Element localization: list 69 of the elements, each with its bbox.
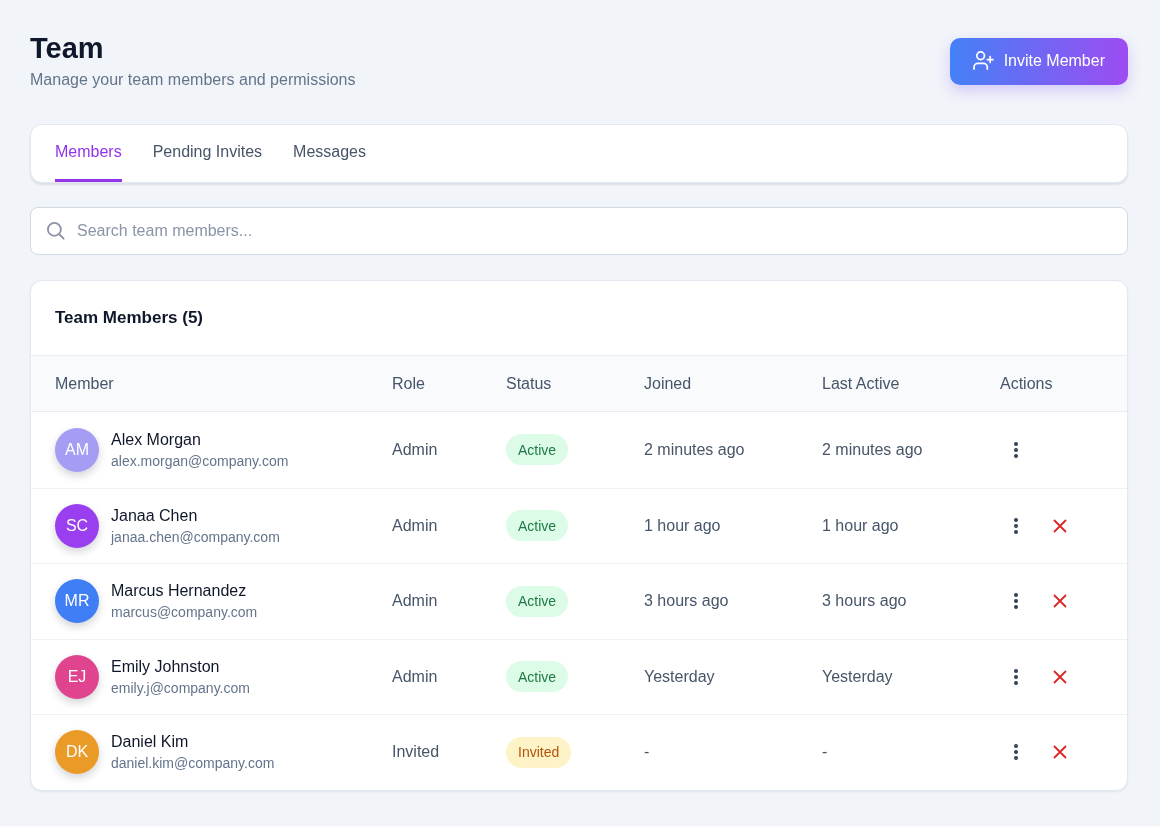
close-icon: [1053, 669, 1067, 684]
more-options-button[interactable]: [1014, 517, 1018, 534]
member-role: Admin: [392, 440, 438, 458]
column-header: Last Active: [822, 374, 900, 392]
tab[interactable]: Messages: [293, 125, 366, 182]
joined-time: 1 hour ago: [644, 516, 721, 534]
status-badge: Invited: [506, 736, 572, 768]
search-field[interactable]: Search team members...: [30, 207, 1128, 255]
search-icon: [47, 222, 65, 240]
joined-time: -: [644, 743, 650, 761]
status-badge: Active: [506, 434, 569, 466]
joined-time: Yesterday: [644, 667, 715, 685]
more-options-button[interactable]: [1014, 441, 1018, 458]
avatar: AM: [55, 427, 99, 472]
more-options-button[interactable]: [1014, 593, 1018, 610]
close-icon: [1053, 745, 1067, 760]
member-role: Admin: [392, 516, 438, 534]
member-role: Admin: [392, 592, 438, 610]
member-email: marcus@company.com: [111, 603, 258, 623]
last-active-time: 3 hours ago: [822, 592, 907, 610]
kebab-menu-icon: [1014, 593, 1018, 610]
column-header: Actions: [1000, 374, 1053, 392]
member-email: emily.j@company.com: [111, 678, 250, 698]
last-active-time: 2 minutes ago: [822, 440, 923, 458]
avatar: DK: [55, 730, 99, 775]
tab[interactable]: Members: [55, 125, 122, 182]
close-icon: [1053, 518, 1067, 533]
more-options-button[interactable]: [1014, 668, 1018, 685]
member-role: Admin: [392, 667, 438, 685]
status-badge: Active: [506, 585, 569, 617]
joined-time: 2 minutes ago: [644, 440, 745, 458]
status-badge: Active: [506, 510, 569, 542]
remove-member-button[interactable]: [1053, 518, 1067, 533]
kebab-menu-icon: [1014, 441, 1018, 458]
column-header: Role: [392, 374, 425, 392]
kebab-menu-icon: [1014, 517, 1018, 534]
page-title: Team: [30, 31, 105, 66]
member-name: Alex Morgan: [111, 429, 202, 450]
table-title: Team Members (5): [55, 308, 203, 327]
close-icon: [1053, 594, 1067, 609]
user-plus-icon: [972, 51, 994, 71]
more-options-button[interactable]: [1014, 744, 1018, 761]
member-name: Janaa Chen: [111, 505, 199, 526]
joined-time: 3 hours ago: [644, 592, 729, 610]
member-name: Emily Johnston: [111, 656, 221, 677]
column-header: Status: [506, 374, 552, 392]
avatar: SC: [55, 503, 99, 548]
avatar: MR: [55, 579, 99, 624]
avatar: EJ: [55, 654, 99, 699]
kebab-menu-icon: [1014, 744, 1018, 761]
member-role: Invited: [392, 743, 440, 761]
column-header: Member: [55, 374, 114, 392]
member-email: alex.morgan@company.com: [111, 451, 289, 471]
member-name: Daniel Kim: [111, 732, 190, 753]
page-subtitle: Manage your team members and permissions: [30, 70, 356, 90]
last-active-time: Yesterday: [822, 667, 893, 685]
remove-member-button[interactable]: [1053, 745, 1067, 760]
member-name: Marcus Hernandez: [111, 581, 248, 602]
column-header: Joined: [644, 374, 692, 392]
remove-member-button[interactable]: [1053, 594, 1067, 609]
remove-member-button[interactable]: [1053, 669, 1067, 684]
invite-member-button[interactable]: Invite Member: [949, 37, 1128, 85]
last-active-time: -: [822, 743, 828, 761]
kebab-menu-icon: [1014, 668, 1018, 685]
member-email: janaa.chen@company.com: [111, 527, 280, 547]
tab[interactable]: Pending Invites: [152, 125, 263, 182]
last-active-time: 1 hour ago: [822, 516, 899, 534]
status-badge: Active: [506, 661, 569, 693]
member-email: daniel.kim@company.com: [111, 754, 275, 774]
